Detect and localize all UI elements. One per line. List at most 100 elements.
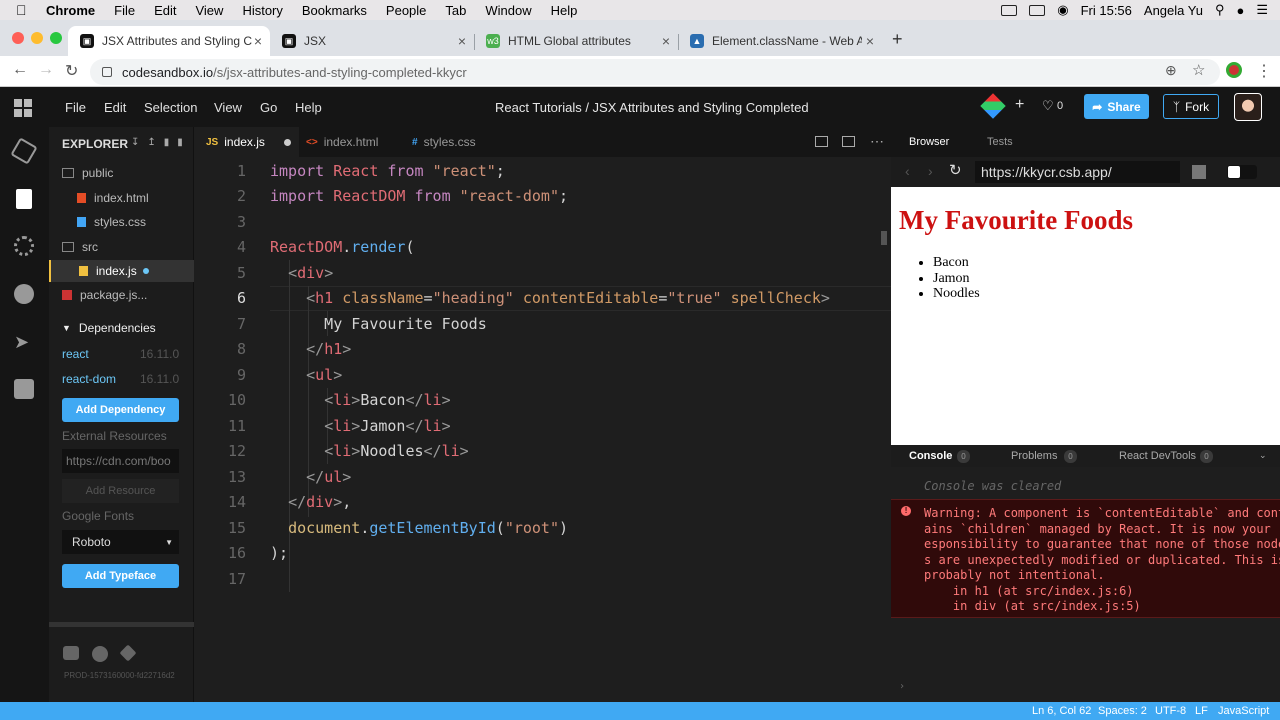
browser-tab[interactable]: w3 HTML Global attributes × <box>474 26 678 56</box>
forward-arrow-icon[interactable]: → <box>38 61 54 79</box>
file-index-html[interactable]: index.html <box>49 187 194 209</box>
header-menu-edit[interactable]: Edit <box>104 100 126 115</box>
close-tab-icon[interactable]: × <box>254 33 262 49</box>
menu-bookmarks[interactable]: Bookmarks <box>302 3 367 18</box>
reload-icon[interactable]: ↻ <box>65 61 78 81</box>
fork-button[interactable]: ᛉ Fork <box>1163 94 1219 119</box>
notification-center-icon[interactable]: ☰ <box>1256 2 1268 18</box>
deploy-icon[interactable] <box>980 93 1006 119</box>
preview-back-icon[interactable]: ‹ <box>905 163 910 179</box>
extension-icon[interactable] <box>1226 62 1242 78</box>
line-ending[interactable]: LF <box>1195 705 1208 717</box>
chevron-down-icon[interactable]: ⌄ <box>1259 450 1267 461</box>
clock[interactable]: Fri 15:56 <box>1081 3 1132 18</box>
close-tab-icon[interactable]: × <box>866 33 874 49</box>
twitter-icon[interactable] <box>63 646 79 660</box>
maximize-window-button[interactable] <box>50 32 62 44</box>
wifi-icon[interactable]: ◉ <box>1057 2 1068 18</box>
user-name[interactable]: Angela Yu <box>1144 3 1203 18</box>
preview-forward-icon[interactable]: › <box>928 163 933 179</box>
back-arrow-icon[interactable]: ← <box>12 61 28 79</box>
menu-history[interactable]: History <box>242 3 282 18</box>
gear-icon[interactable] <box>14 236 34 256</box>
font-select[interactable]: Roboto ▼ <box>62 530 179 554</box>
heart-icon[interactable]: ♡ <box>1042 98 1054 114</box>
team-icon[interactable] <box>14 379 34 399</box>
cube-icon[interactable] <box>10 137 38 165</box>
spotlight-icon[interactable]: ⚲ <box>1215 2 1225 18</box>
editor-tab-index-html[interactable]: <> index.html <box>306 127 406 157</box>
header-menu-help[interactable]: Help <box>295 100 322 115</box>
header-menu-go[interactable]: Go <box>260 100 277 115</box>
cursor-position[interactable]: Ln 6, Col 62 <box>1032 705 1091 717</box>
github-icon[interactable] <box>14 284 34 304</box>
tab-react-devtools[interactable]: React DevTools <box>1119 450 1196 462</box>
dependency-react[interactable]: react <box>62 347 89 361</box>
header-menu-view[interactable]: View <box>214 100 242 115</box>
encoding[interactable]: UTF-8 <box>1155 705 1186 717</box>
file-icon[interactable] <box>16 189 32 209</box>
file-styles-css[interactable]: styles.css <box>49 211 194 233</box>
tab-tests[interactable]: Tests <box>987 136 1013 148</box>
preview-url-input[interactable]: https://kkycr.csb.app/ <box>975 161 1180 183</box>
open-new-window-icon[interactable] <box>1192 165 1206 179</box>
plus-icon[interactable]: + <box>1015 96 1024 114</box>
tab-browser[interactable]: Browser <box>909 136 949 148</box>
menu-window[interactable]: Window <box>485 3 531 18</box>
menu-help[interactable]: Help <box>551 3 578 18</box>
minimize-window-button[interactable] <box>31 32 43 44</box>
file-index-js[interactable]: index.js <box>49 260 194 282</box>
code-editor[interactable]: 1 2 3 4 5 6 7 8 9 10 11 12 13 14 15 16 1… <box>194 157 891 702</box>
add-resource-button[interactable]: Add Resource <box>62 479 179 503</box>
menu-app-name[interactable]: Chrome <box>46 3 95 18</box>
github-icon[interactable] <box>92 646 108 662</box>
share-button[interactable]: ➦ Share <box>1084 94 1149 119</box>
dependencies-header[interactable]: ▼ Dependencies <box>49 317 194 339</box>
header-menu-file[interactable]: File <box>65 100 86 115</box>
more-actions-icon[interactable]: ⋯ <box>870 133 884 150</box>
split-editor-icon[interactable] <box>815 136 828 147</box>
add-typeface-button[interactable]: Add Typeface <box>62 564 179 588</box>
add-dependency-button[interactable]: Add Dependency <box>62 398 179 422</box>
folder-public[interactable]: public <box>49 162 194 184</box>
external-resource-input[interactable]: https://cdn.com/boo <box>62 449 179 473</box>
battery-icon[interactable] <box>1029 4 1046 16</box>
tab-console[interactable]: Console <box>909 450 952 462</box>
address-bar[interactable]: codesandbox.io/s/jsx-attributes-and-styl… <box>90 59 1220 85</box>
open-preview-icon[interactable] <box>842 136 855 147</box>
sandbox-breadcrumb[interactable]: React Tutorials / JSX Attributes and Sty… <box>495 100 809 115</box>
chrome-menu-icon[interactable]: ⋮ <box>1256 61 1272 81</box>
apple-icon[interactable]:  <box>16 2 32 18</box>
language-mode[interactable]: JavaScript <box>1218 705 1269 717</box>
add-bookmark-icon[interactable]: ⊕ <box>1165 62 1177 79</box>
siri-icon[interactable]: ● <box>1236 3 1244 18</box>
codesandbox-logo-icon[interactable] <box>14 99 32 117</box>
editor-tab-index-js[interactable]: JS index.js <box>194 127 299 157</box>
menu-file[interactable]: File <box>114 3 135 18</box>
explorer-actions[interactable]: ↧↥▮▮ <box>131 137 191 148</box>
screen-record-icon[interactable] <box>1001 4 1018 16</box>
new-tab-button[interactable]: + <box>892 29 903 50</box>
console-prompt-icon[interactable]: › <box>899 681 905 692</box>
avatar[interactable] <box>1234 93 1262 121</box>
dependency-react-dom[interactable]: react-dom <box>62 372 116 386</box>
editor-tab-styles-css[interactable]: # styles.css <box>412 127 512 157</box>
menu-tab[interactable]: Tab <box>445 3 466 18</box>
tab-problems[interactable]: Problems <box>1011 450 1057 462</box>
preview-reload-icon[interactable]: ↻ <box>949 161 962 179</box>
spectrum-icon[interactable] <box>119 644 137 662</box>
indentation[interactable]: Spaces: 2 <box>1098 705 1147 717</box>
star-icon[interactable]: ☆ <box>1192 61 1205 79</box>
menu-edit[interactable]: Edit <box>154 3 176 18</box>
rocket-icon[interactable]: ➤ <box>14 332 34 352</box>
menu-view[interactable]: View <box>195 3 223 18</box>
close-tab-icon[interactable]: × <box>458 33 466 49</box>
browser-tab[interactable]: ▲ Element.className - Web APIs × <box>678 26 882 56</box>
browser-tab-active[interactable]: ▣ JSX Attributes and Styling Comp × <box>68 26 270 56</box>
close-window-button[interactable] <box>12 32 24 44</box>
header-menu-selection[interactable]: Selection <box>144 100 197 115</box>
close-tab-icon[interactable]: × <box>662 33 670 49</box>
editor-scrollbar-thumb[interactable] <box>881 231 887 245</box>
folder-src[interactable]: src <box>49 236 194 258</box>
menu-people[interactable]: People <box>386 3 426 18</box>
